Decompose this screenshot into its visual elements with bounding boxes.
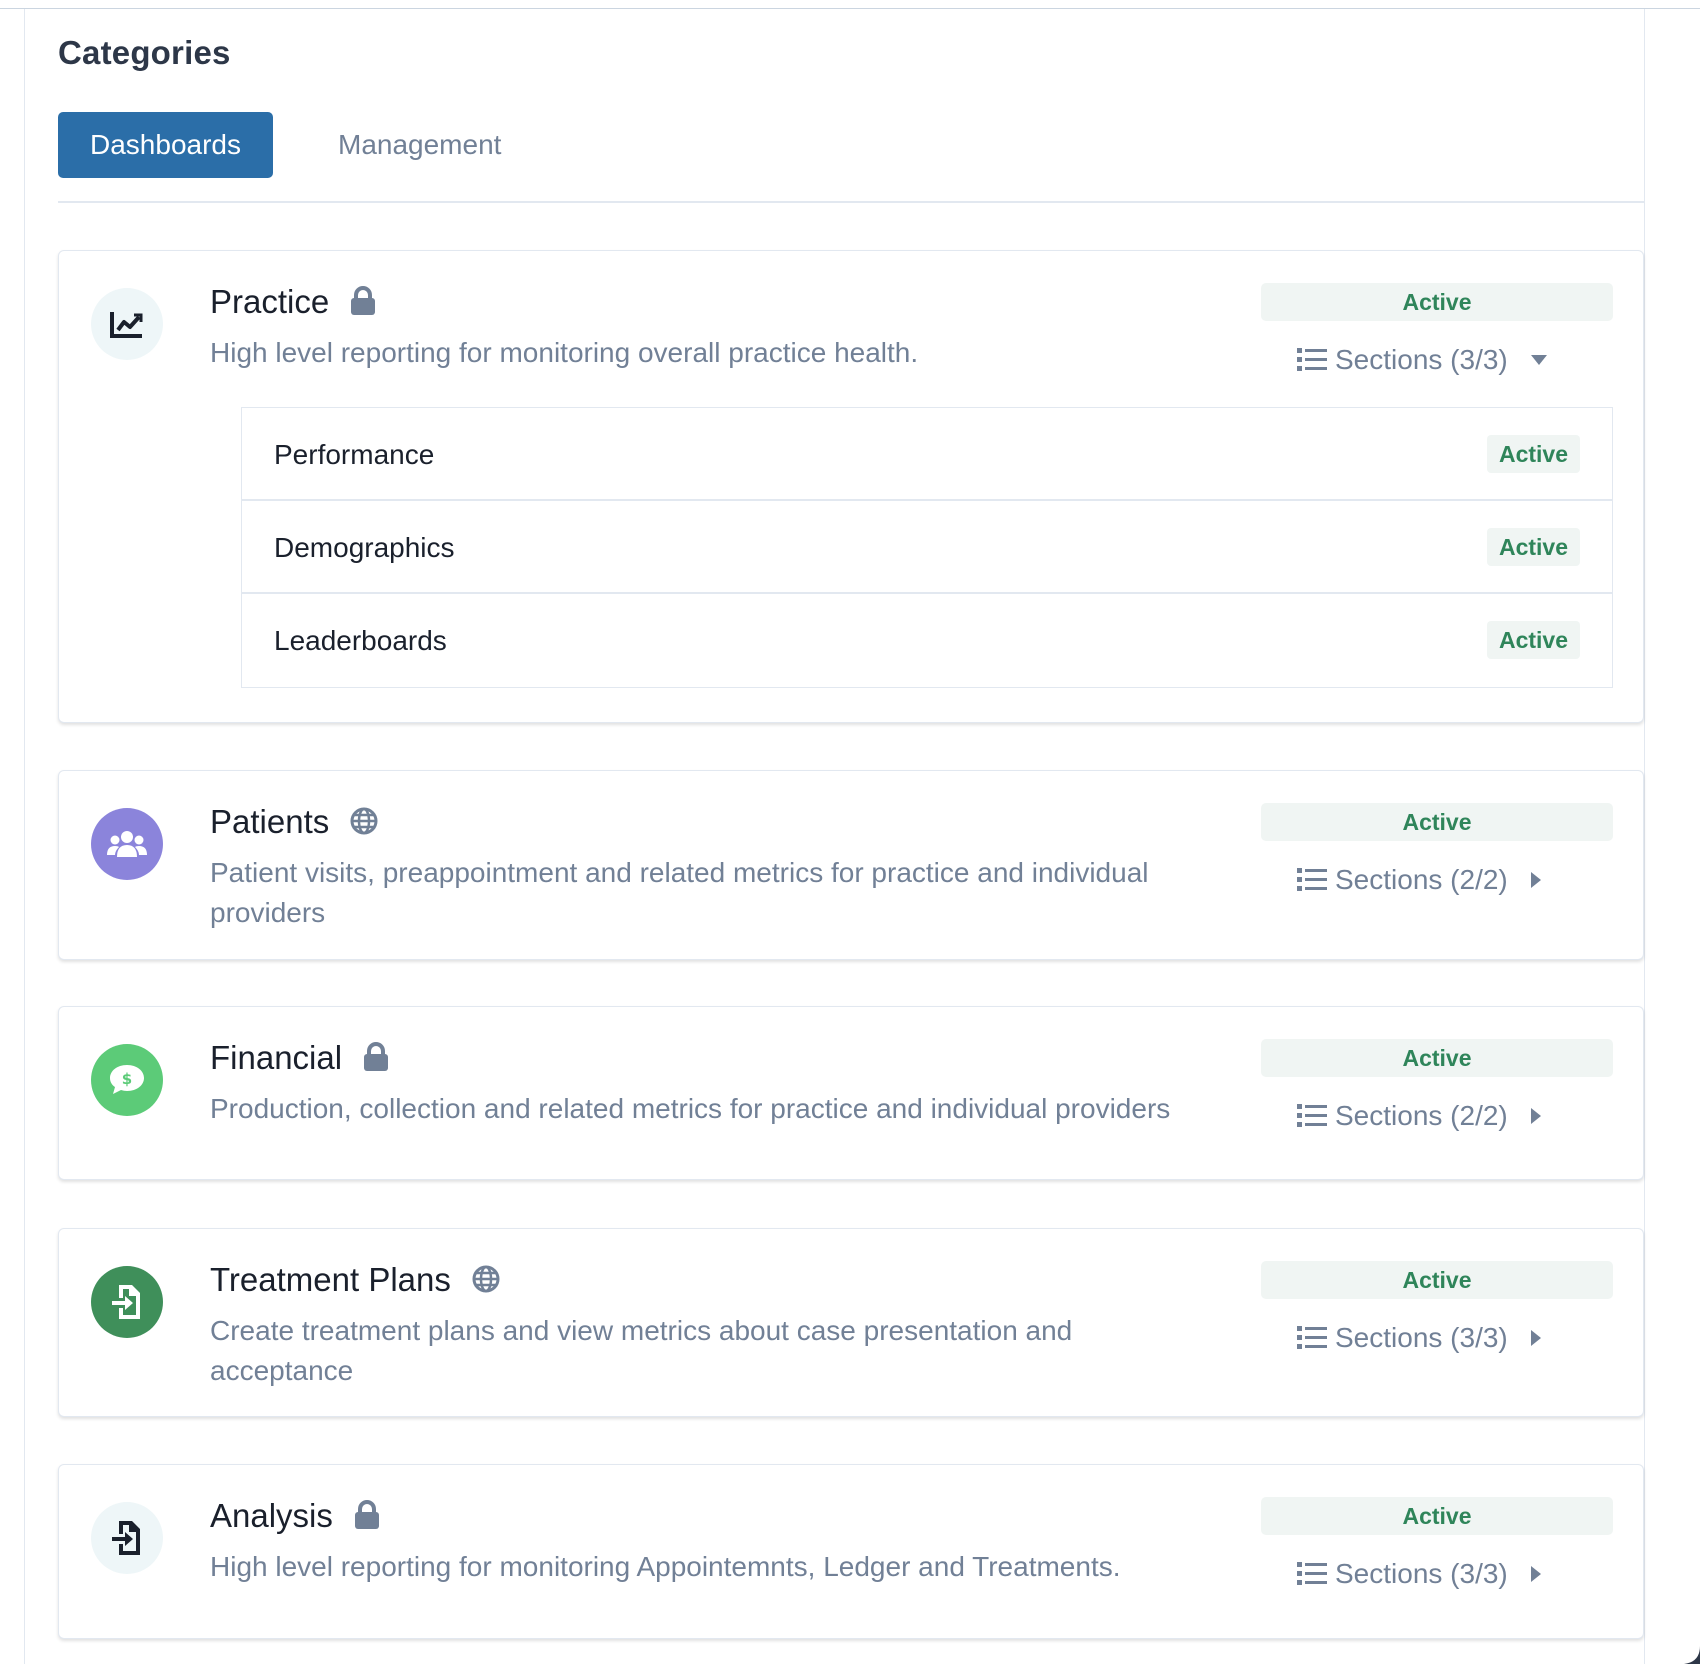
category-icon bbox=[91, 1502, 163, 1574]
category-card-practice: Practice High level reporting for monito… bbox=[58, 250, 1644, 723]
sections-toggle[interactable]: Sections (2/2) bbox=[1297, 1095, 1587, 1137]
status-badge: Active bbox=[1261, 1497, 1613, 1535]
status-badge: Active bbox=[1261, 1261, 1613, 1299]
globe-icon bbox=[350, 807, 378, 835]
chart-line-icon bbox=[110, 312, 143, 338]
category-card-patients: Patients Patient visits, preappointment … bbox=[58, 770, 1644, 960]
globe-icon bbox=[472, 1265, 500, 1293]
caret-right-icon bbox=[1530, 1330, 1541, 1346]
sections-toggle[interactable]: Sections (3/3) bbox=[1297, 1317, 1587, 1359]
category-description: High level reporting for monitoring Appo… bbox=[210, 1551, 1121, 1582]
sections-toggle[interactable]: Sections (3/3) bbox=[1297, 1553, 1587, 1595]
section-name: Performance bbox=[274, 439, 435, 470]
file-import-icon bbox=[112, 1285, 140, 1319]
category-title: Treatment Plans bbox=[210, 1261, 500, 1299]
tab-dashboards[interactable]: Dashboards bbox=[58, 112, 273, 178]
category-card-analysis: Analysis High level reporting for monito… bbox=[58, 1464, 1644, 1639]
status-badge: Active bbox=[1261, 803, 1613, 841]
status-badge: Active bbox=[1261, 283, 1613, 321]
caret-right-icon bbox=[1530, 1108, 1541, 1124]
status-badge: Active bbox=[1486, 435, 1580, 473]
category-card-treatment-plans: Treatment Plans Create treatment plans a… bbox=[58, 1228, 1644, 1417]
file-import-icon bbox=[112, 1521, 140, 1555]
top-border bbox=[0, 8, 1700, 9]
caret-down-icon bbox=[1530, 355, 1547, 365]
category-title: Financial bbox=[210, 1039, 389, 1077]
right-border bbox=[1644, 9, 1645, 1664]
category-description: Create treatment plans and view metrics … bbox=[210, 1315, 1073, 1386]
category-card-financial: $ Financial Production, collection and r… bbox=[58, 1006, 1644, 1180]
left-border bbox=[24, 9, 25, 1664]
caret-right-icon bbox=[1530, 872, 1541, 888]
list-icon bbox=[1297, 1562, 1327, 1585]
list-icon bbox=[1297, 1104, 1327, 1127]
category-icon bbox=[91, 808, 163, 880]
status-badge: Active bbox=[1261, 1039, 1613, 1077]
category-tabs: Dashboards Management bbox=[58, 112, 1644, 178]
list-item[interactable]: Demographics Active bbox=[242, 501, 1612, 594]
sections-label: Sections (3/3) bbox=[1335, 1322, 1508, 1353]
page-title: Categories bbox=[58, 34, 231, 71]
sections-label: Sections (3/3) bbox=[1335, 344, 1508, 375]
category-icon: $ bbox=[91, 1044, 163, 1116]
list-icon bbox=[1297, 868, 1327, 891]
section-list: Performance Active Demographics Active L… bbox=[241, 407, 1613, 688]
category-title: Practice bbox=[210, 283, 376, 321]
status-badge: Active bbox=[1486, 528, 1580, 566]
category-description: Production, collection and related metri… bbox=[210, 1093, 1171, 1124]
lock-icon bbox=[364, 1042, 389, 1072]
category-title: Analysis bbox=[210, 1497, 380, 1535]
lock-icon bbox=[351, 286, 376, 316]
resize-corner-icon bbox=[1684, 1646, 1700, 1664]
sections-toggle[interactable]: Sections (3/3) bbox=[1297, 339, 1587, 381]
caret-right-icon bbox=[1530, 1566, 1541, 1582]
section-name: Demographics bbox=[274, 532, 455, 563]
sections-toggle[interactable]: Sections (2/2) bbox=[1297, 859, 1587, 901]
category-title: Patients bbox=[210, 803, 378, 841]
status-badge: Active bbox=[1486, 621, 1580, 659]
section-name: Leaderboards bbox=[274, 625, 447, 656]
tab-management[interactable]: Management bbox=[338, 112, 501, 178]
sections-label: Sections (3/3) bbox=[1335, 1558, 1508, 1589]
users-icon bbox=[107, 831, 147, 857]
list-icon bbox=[1297, 348, 1327, 371]
category-icon bbox=[91, 1266, 163, 1338]
list-item[interactable]: Leaderboards Active bbox=[242, 594, 1612, 687]
lock-icon bbox=[355, 1500, 380, 1530]
money-chat-icon: $ bbox=[110, 1065, 144, 1094]
category-description: Patient visits, preappointment and relat… bbox=[210, 857, 1149, 928]
tabs-divider bbox=[58, 201, 1644, 203]
svg-text:$: $ bbox=[122, 1070, 132, 1088]
list-icon bbox=[1297, 1326, 1327, 1349]
category-description: High level reporting for monitoring over… bbox=[210, 337, 919, 368]
sections-label: Sections (2/2) bbox=[1335, 1100, 1508, 1131]
category-icon bbox=[91, 288, 163, 360]
list-item[interactable]: Performance Active bbox=[242, 408, 1612, 501]
sections-label: Sections (2/2) bbox=[1335, 864, 1508, 895]
